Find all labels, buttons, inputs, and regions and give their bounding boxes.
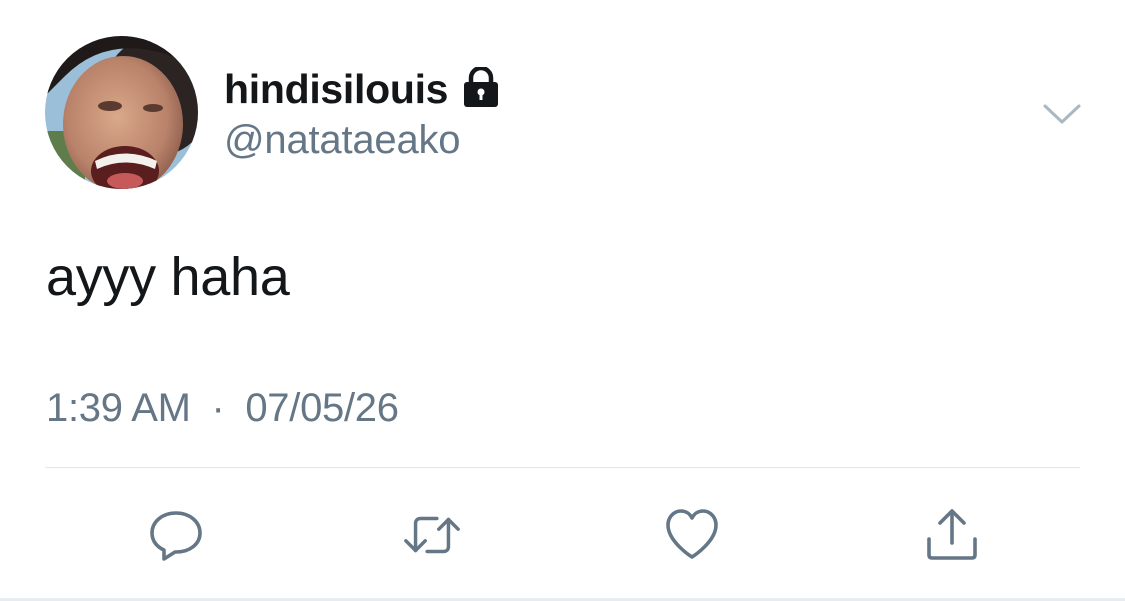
display-name[interactable]: hindisilouis [224,68,448,110]
tweet-text: ayyy haha [46,247,290,307]
user-handle[interactable]: @natataeako [224,120,461,160]
reply-button[interactable] [146,505,206,565]
share-icon [927,509,977,560]
tweet-time: 1:39 AM [46,386,191,430]
like-button[interactable] [662,505,722,565]
tweet-card: hindisilouis @natataeako ayyy haha 1:39 … [0,0,1125,601]
timestamp[interactable]: 1:39 AM · 07/05/26 [46,388,399,428]
divider [45,467,1080,468]
display-name-row: hindisilouis [224,62,502,116]
retweet-button[interactable] [402,505,462,565]
retweet-icon [404,516,460,554]
chevron-down-icon[interactable] [1040,98,1084,128]
avatar-image [45,36,198,189]
share-button[interactable] [922,505,982,565]
timestamp-separator: · [211,386,225,430]
avatar[interactable] [45,36,198,189]
tweet-date: 07/05/26 [245,386,399,430]
heart-icon [666,509,718,559]
reply-icon [150,511,202,561]
lock-icon [460,65,502,109]
